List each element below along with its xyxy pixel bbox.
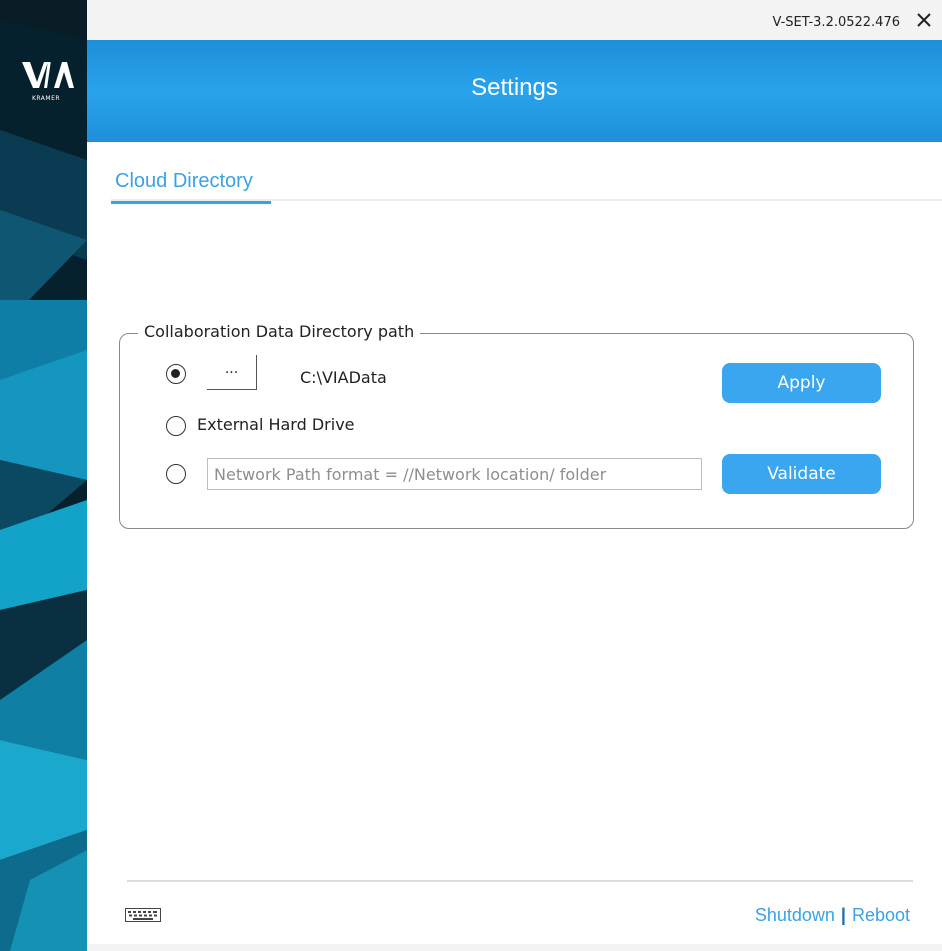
validate-button[interactable]: Validate: [722, 454, 881, 494]
active-tab-indicator: [111, 201, 271, 204]
external-drive-label: External Hard Drive: [197, 415, 355, 434]
via-kramer-logo: KRAMER: [18, 60, 74, 110]
page-title: Settings: [471, 74, 558, 101]
group-legend: Collaboration Data Directory path: [138, 322, 421, 341]
tab-cloud-directory[interactable]: Cloud Directory: [111, 166, 271, 204]
title-bar: V-SET-3.2.0522.476: [87, 0, 942, 40]
browse-button[interactable]: ...: [207, 355, 257, 390]
radio-network-path[interactable]: [166, 464, 186, 484]
left-rail: KRAMER: [0, 0, 87, 951]
rail-art: [0, 0, 87, 951]
footer-separator: |: [840, 905, 846, 925]
tab-bar: Cloud Directory: [87, 142, 942, 204]
radio-external-drive[interactable]: [166, 416, 186, 436]
settings-header: Settings: [87, 40, 942, 142]
radio-selected-dot: [171, 369, 180, 378]
local-path-value: C:\VIAData: [300, 368, 387, 387]
svg-text:KRAMER: KRAMER: [32, 95, 60, 102]
reboot-link[interactable]: Reboot: [852, 905, 910, 925]
keyboard-icon[interactable]: [125, 907, 161, 922]
bottom-strip: [87, 944, 942, 951]
close-button[interactable]: [910, 6, 938, 34]
close-icon: [917, 13, 931, 27]
network-path-input[interactable]: [207, 458, 702, 490]
apply-button[interactable]: Apply: [722, 363, 881, 403]
footer-links: Shutdown | Reboot: [755, 905, 910, 926]
footer-divider: [127, 880, 913, 882]
version-label: V-SET-3.2.0522.476: [772, 15, 900, 30]
tab-label: Cloud Directory: [115, 170, 253, 192]
radio-local-path[interactable]: [166, 364, 186, 384]
shutdown-link[interactable]: Shutdown: [755, 905, 835, 925]
